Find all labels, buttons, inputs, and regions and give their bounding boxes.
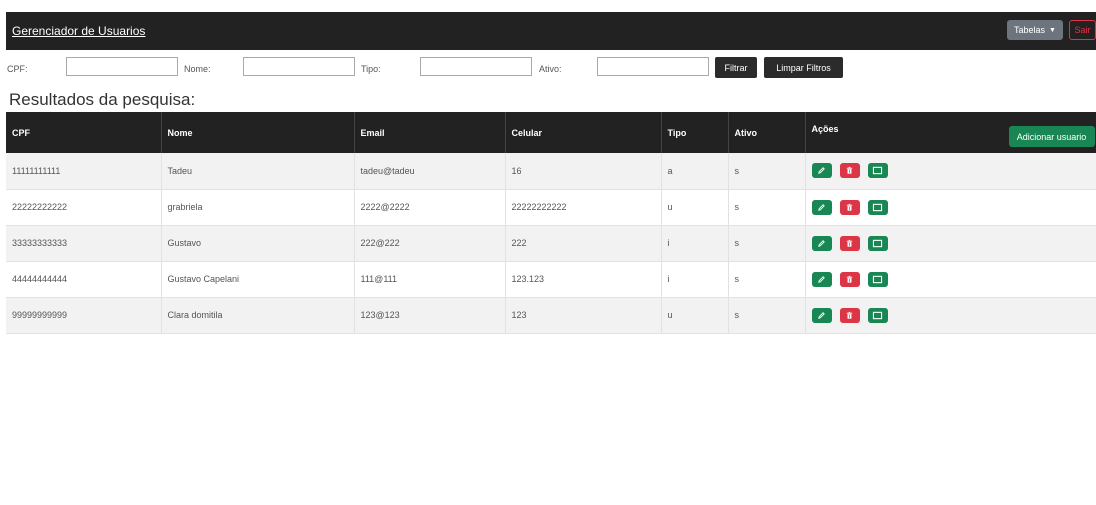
cell-celular: 123 — [505, 297, 662, 333]
cell-email: tadeu@tadeu — [354, 153, 506, 189]
cell-tipo: u — [661, 297, 729, 333]
cell-actions — [805, 225, 1096, 261]
trash-icon — [846, 239, 853, 247]
cell-tipo: i — [661, 225, 729, 261]
cell-cpf: 22222222222 — [6, 189, 162, 225]
cell-email: 2222@2222 — [354, 189, 506, 225]
pencil-icon — [818, 203, 825, 211]
view-button[interactable] — [867, 235, 888, 251]
cell-nome: Gustavo — [161, 225, 355, 261]
edit-button[interactable] — [811, 307, 832, 323]
window-icon — [872, 275, 883, 283]
logout-button[interactable]: Sair — [1069, 20, 1096, 40]
filter-button[interactable]: Filtrar — [715, 57, 757, 78]
cell-ativo: s — [728, 297, 806, 333]
table-row: 22222222222 grabriela 2222@2222 22222222… — [6, 189, 1096, 225]
table-row: 99999999999 Clara domitila 123@123 123 u… — [6, 297, 1096, 333]
cell-tipo: a — [661, 153, 729, 189]
table-row: 44444444444 Gustavo Capelani 111@111 123… — [6, 261, 1096, 297]
cell-ativo: s — [728, 153, 806, 189]
cell-ativo: s — [728, 261, 806, 297]
brand-link[interactable]: Gerenciador de Usuarios — [12, 24, 145, 38]
cpf-filter-label: CPF: — [7, 64, 28, 74]
nome-filter-label: Nome: — [184, 64, 211, 74]
pencil-icon — [818, 311, 825, 319]
trash-icon — [846, 167, 853, 174]
delete-button[interactable] — [839, 199, 860, 215]
trash-icon — [846, 311, 853, 319]
delete-button[interactable] — [839, 307, 860, 323]
cell-tipo: i — [661, 261, 729, 297]
cell-cpf: 44444444444 — [6, 261, 162, 297]
window-icon — [872, 203, 883, 211]
cell-celular: 123.123 — [505, 261, 662, 297]
cell-actions — [805, 261, 1096, 297]
tipo-filter-input[interactable] — [420, 57, 532, 76]
edit-button[interactable] — [811, 271, 832, 287]
cell-celular: 22222222222 — [505, 189, 662, 225]
column-header-email: Email — [354, 112, 506, 153]
cell-nome: Gustavo Capelani — [161, 261, 355, 297]
column-header-acoes: Ações Adicionar usuario — [805, 112, 1096, 153]
view-button[interactable] — [867, 307, 888, 323]
pencil-icon — [818, 167, 825, 175]
ativo-filter-label: Ativo: — [539, 64, 562, 74]
pencil-icon — [818, 275, 825, 283]
edit-button[interactable] — [811, 163, 832, 179]
view-button[interactable] — [867, 163, 888, 179]
window-icon — [872, 167, 883, 175]
delete-button[interactable] — [839, 271, 860, 287]
column-header-celular: Celular — [505, 112, 662, 153]
trash-icon — [846, 275, 853, 283]
cell-nome: Tadeu — [161, 153, 355, 189]
delete-button[interactable] — [839, 235, 860, 251]
edit-button[interactable] — [811, 235, 832, 251]
users-table: CPF Nome Email Celular Tipo Ativo Ações … — [6, 112, 1096, 334]
add-user-button[interactable]: Adicionar usuario — [1008, 126, 1095, 147]
delete-button[interactable] — [839, 163, 860, 179]
tables-button-label: Tabelas — [1014, 25, 1046, 35]
cell-ativo: s — [728, 189, 806, 225]
column-header-nome: Nome — [161, 112, 355, 153]
cpf-filter-input[interactable] — [66, 57, 178, 76]
cell-cpf: 99999999999 — [6, 297, 162, 333]
view-button[interactable] — [867, 271, 888, 287]
tables-dropdown-button[interactable]: Tabelas ▼ — [1007, 20, 1063, 40]
column-header-cpf: CPF — [6, 112, 162, 153]
caret-down-icon: ▼ — [1049, 26, 1056, 34]
nome-filter-input[interactable] — [243, 57, 355, 76]
column-header-ativo: Ativo — [728, 112, 806, 153]
cell-actions — [805, 297, 1096, 333]
column-header-tipo: Tipo — [661, 112, 729, 153]
cell-cpf: 33333333333 — [6, 225, 162, 261]
cell-tipo: u — [661, 189, 729, 225]
table-row: 11111111111 Tadeu tadeu@tadeu 16 a s — [6, 153, 1096, 189]
cell-email: 123@123 — [354, 297, 506, 333]
navbar: Gerenciador de Usuarios Tabelas ▼ Sair — [6, 12, 1096, 50]
cell-celular: 16 — [505, 153, 662, 189]
clear-filters-button[interactable]: Limpar Filtros — [764, 57, 843, 78]
trash-icon — [846, 203, 853, 211]
cell-cpf: 11111111111 — [6, 153, 162, 189]
cell-actions — [805, 153, 1096, 189]
window-icon — [872, 311, 883, 319]
cell-celular: 222 — [505, 225, 662, 261]
results-title: Resultados da pesquisa: — [9, 90, 196, 109]
pencil-icon — [818, 239, 825, 247]
table-header-row: CPF Nome Email Celular Tipo Ativo Ações … — [6, 112, 1096, 153]
cell-nome: grabriela — [161, 189, 355, 225]
acoes-label: Ações — [811, 124, 839, 134]
cell-email: 111@111 — [354, 261, 506, 297]
cell-nome: Clara domitila — [161, 297, 355, 333]
view-button[interactable] — [867, 199, 888, 215]
window-icon — [872, 239, 883, 247]
cell-ativo: s — [728, 225, 806, 261]
cell-email: 222@222 — [354, 225, 506, 261]
cell-actions — [805, 189, 1096, 225]
table-row: 33333333333 Gustavo 222@222 222 i s — [6, 225, 1096, 261]
edit-button[interactable] — [811, 199, 832, 215]
ativo-filter-input[interactable] — [597, 57, 709, 76]
tipo-filter-label: Tipo: — [361, 64, 381, 74]
